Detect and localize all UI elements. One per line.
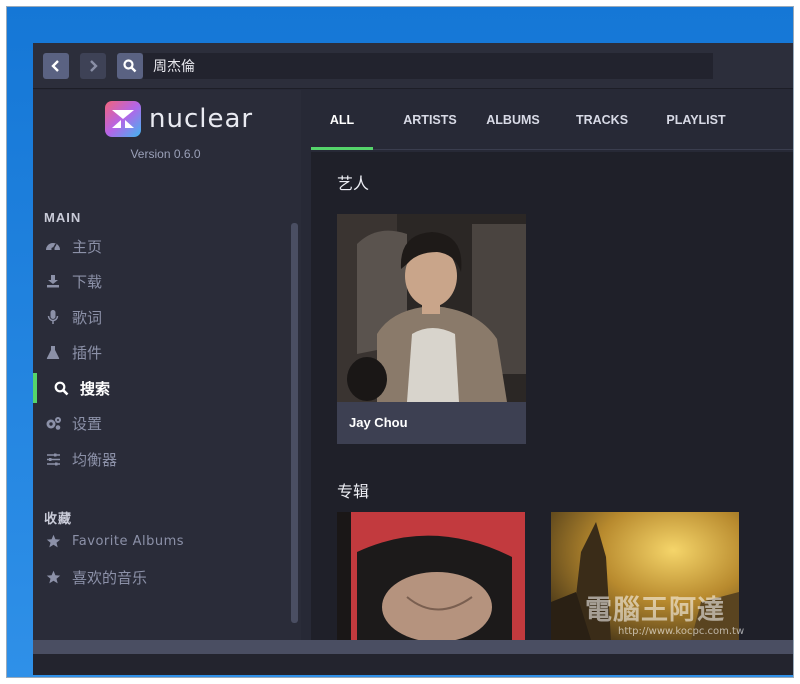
watermark-logo: 電腦王阿達 bbox=[585, 595, 725, 626]
sidebar-item-label: 歌词 bbox=[72, 308, 103, 327]
results-tabs: ALL ARTISTS ALBUMS TRACKS PLAYLIST bbox=[311, 90, 793, 150]
sidebar-item-label: 下载 bbox=[72, 272, 103, 291]
tab-tracks[interactable]: TRACKS bbox=[565, 90, 639, 150]
sidebar-item-label: 主页 bbox=[72, 237, 103, 256]
watermark-url: http://www.kocpc.com.tw bbox=[618, 626, 745, 637]
albums-heading: 专辑 bbox=[337, 482, 370, 501]
sidebar-item-favorite-tracks[interactable]: 喜欢的音乐 bbox=[33, 562, 291, 592]
sidebar-item-home[interactable]: 主页 bbox=[33, 231, 291, 261]
app-logo: nuclear bbox=[105, 101, 253, 137]
artists-heading: 艺人 bbox=[337, 174, 370, 193]
chevron-left-icon bbox=[51, 60, 59, 72]
player-bar bbox=[33, 640, 793, 675]
search-input[interactable] bbox=[143, 53, 713, 79]
results-content: 艺人 Jay Chou 专辑 bbox=[311, 152, 793, 640]
app-name: nuclear bbox=[149, 104, 254, 134]
sidebar-item-favorite-albums[interactable]: Favorite Albums bbox=[33, 526, 291, 556]
sidebar-item-label: 搜索 bbox=[80, 379, 111, 398]
sidebar-item-label: Favorite Albums bbox=[72, 533, 185, 549]
nuclear-logo-icon bbox=[105, 101, 141, 137]
search-button[interactable] bbox=[117, 53, 143, 79]
sidebar-item-label: 设置 bbox=[72, 414, 103, 433]
nuclear-app-window: nuclear Version 0.6.0 MAIN 主页 下载 歌词 bbox=[33, 43, 793, 675]
sidebar-item-equalizer[interactable]: 均衡器 bbox=[33, 444, 291, 474]
tab-playlist[interactable]: PLAYLIST bbox=[653, 90, 739, 150]
sidebar-item-plugins[interactable]: 插件 bbox=[33, 337, 291, 367]
sidebar-item-search[interactable]: 搜索 bbox=[33, 373, 291, 403]
seek-bar[interactable] bbox=[33, 640, 793, 654]
microphone-icon bbox=[44, 308, 62, 326]
forward-button[interactable] bbox=[80, 53, 106, 79]
dashboard-icon bbox=[44, 237, 62, 255]
artist-name: Jay Chou bbox=[349, 415, 408, 430]
artist-photo bbox=[337, 214, 526, 402]
tab-all[interactable]: ALL bbox=[311, 90, 373, 150]
flask-icon bbox=[44, 343, 62, 361]
star-icon bbox=[44, 568, 62, 586]
section-title-main: MAIN bbox=[44, 210, 82, 225]
top-bar bbox=[33, 43, 793, 89]
sidebar-item-settings[interactable]: 设置 bbox=[33, 408, 291, 438]
tab-albums[interactable]: ALBUMS bbox=[475, 90, 551, 150]
sidebar-item-downloads[interactable]: 下载 bbox=[33, 266, 291, 296]
search-icon bbox=[123, 59, 137, 73]
gears-icon bbox=[44, 414, 62, 432]
search-icon bbox=[52, 379, 70, 397]
album-card[interactable] bbox=[337, 512, 525, 640]
sidebar-item-label: 喜欢的音乐 bbox=[72, 568, 148, 587]
sidebar-item-lyrics[interactable]: 歌词 bbox=[33, 302, 291, 332]
app-version: Version 0.6.0 bbox=[130, 147, 201, 161]
search-results-panel: ALL ARTISTS ALBUMS TRACKS PLAYLIST 艺人 Ja… bbox=[303, 90, 793, 640]
back-button[interactable] bbox=[43, 53, 69, 79]
star-icon bbox=[44, 532, 62, 550]
tab-artists[interactable]: ARTISTS bbox=[387, 90, 473, 150]
album-cover bbox=[337, 512, 525, 640]
download-icon bbox=[44, 272, 62, 290]
sliders-icon bbox=[44, 450, 62, 468]
chevron-right-icon bbox=[90, 60, 98, 72]
artist-card[interactable]: Jay Chou bbox=[337, 214, 526, 444]
section-title-collection: 收藏 bbox=[44, 512, 73, 527]
sidebar-item-label: 插件 bbox=[72, 343, 103, 362]
sidebar: nuclear Version 0.6.0 MAIN 主页 下载 歌词 插件 搜… bbox=[33, 90, 301, 675]
sidebar-scrollbar[interactable] bbox=[291, 223, 298, 623]
sidebar-item-label: 均衡器 bbox=[72, 450, 118, 469]
